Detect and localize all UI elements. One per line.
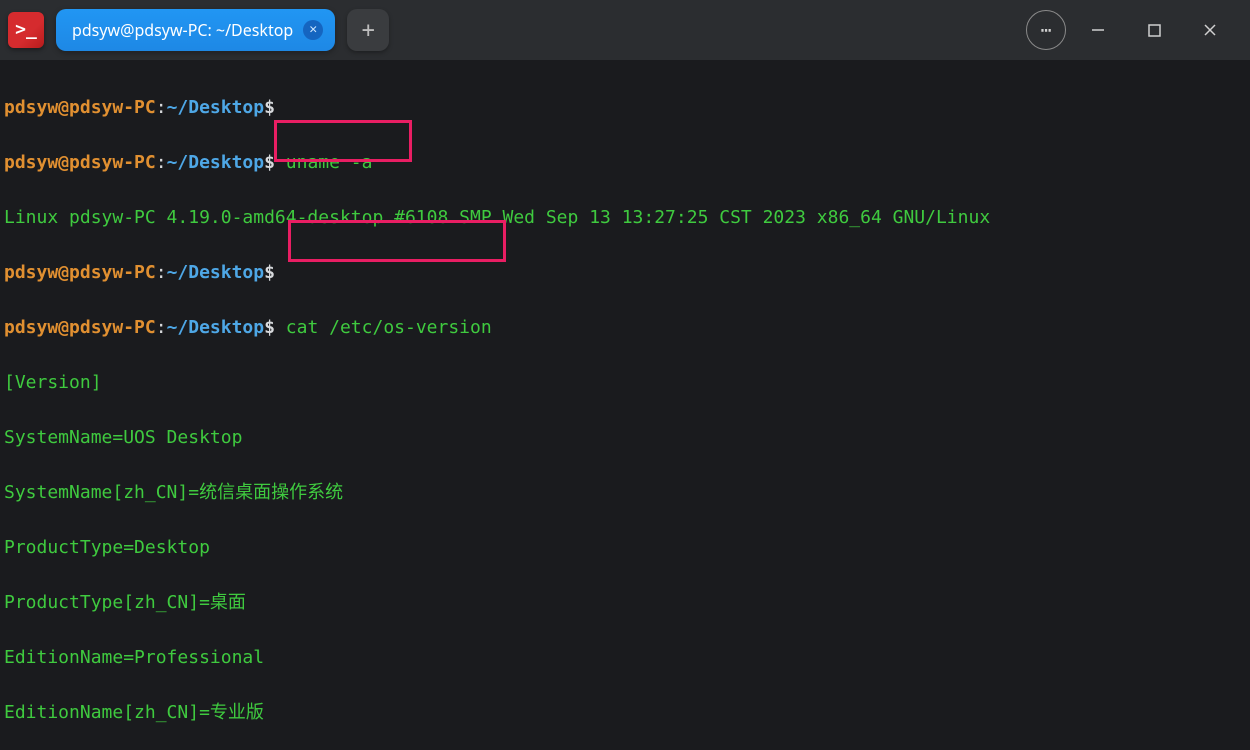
command-text: cat /etc/os-version xyxy=(275,317,492,338)
prompt-path: /Desktop xyxy=(177,152,264,173)
prompt-line: pdsyw@pdsyw-PC:~/Desktop$ uname -a xyxy=(4,149,1246,177)
output-line: ProductType=Desktop xyxy=(4,534,1246,562)
window-controls: ⋯ xyxy=(1026,10,1234,50)
prompt-user-host: pdsyw@pdsyw-PC xyxy=(4,317,156,338)
prompt-line: pdsyw@pdsyw-PC:~/Desktop$ xyxy=(4,94,1246,122)
tab-title: pdsyw@pdsyw-PC: ~/Desktop xyxy=(72,19,293,41)
prompt-dollar: $ xyxy=(264,97,275,118)
output-line: [Version] xyxy=(4,369,1246,397)
prompt-line: pdsyw@pdsyw-PC:~/Desktop$ cat /etc/os-ve… xyxy=(4,314,1246,342)
titlebar: >_ pdsyw@pdsyw-PC: ~/Desktop × + ⋯ xyxy=(0,0,1250,60)
prompt-sep: : xyxy=(156,97,167,118)
prompt-user-host: pdsyw@pdsyw-PC xyxy=(4,262,156,283)
prompt-user-host: pdsyw@pdsyw-PC xyxy=(4,152,156,173)
minimize-button[interactable] xyxy=(1074,10,1122,50)
output-line: EditionName=Professional xyxy=(4,644,1246,672)
prompt-sep: : xyxy=(156,317,167,338)
prompt-line: pdsyw@pdsyw-PC:~/Desktop$ xyxy=(4,259,1246,287)
prompt-dollar: $ xyxy=(264,317,275,338)
kebab-menu-icon[interactable]: ⋯ xyxy=(1026,10,1066,50)
prompt-user-host: pdsyw@pdsyw-PC xyxy=(4,97,156,118)
command-text: uname -a xyxy=(275,152,373,173)
prompt-tilde: ~ xyxy=(167,317,178,338)
prompt-tilde: ~ xyxy=(167,262,178,283)
close-button[interactable] xyxy=(1186,10,1234,50)
prompt-tilde: ~ xyxy=(167,152,178,173)
prompt-sep: : xyxy=(156,152,167,173)
prompt-path: /Desktop xyxy=(177,262,264,283)
output-line: EditionName[zh_CN]=专业版 xyxy=(4,699,1246,727)
terminal-tab-active[interactable]: pdsyw@pdsyw-PC: ~/Desktop × xyxy=(56,9,335,51)
prompt-dollar: $ xyxy=(264,152,275,173)
terminal-app-icon[interactable]: >_ xyxy=(8,12,44,48)
prompt-path: /Desktop xyxy=(177,97,264,118)
prompt-sep: : xyxy=(156,262,167,283)
output-line: ProductType[zh_CN]=桌面 xyxy=(4,589,1246,617)
output-line: Linux pdsyw-PC 4.19.0-amd64-desktop #610… xyxy=(4,204,1246,232)
terminal-viewport[interactable]: pdsyw@pdsyw-PC:~/Desktop$ pdsyw@pdsyw-PC… xyxy=(0,60,1250,750)
output-line: SystemName[zh_CN]=统信桌面操作系统 xyxy=(4,479,1246,507)
prompt-tilde: ~ xyxy=(167,97,178,118)
output-line: SystemName=UOS Desktop xyxy=(4,424,1246,452)
prompt-path: /Desktop xyxy=(177,317,264,338)
prompt-dollar: $ xyxy=(264,262,275,283)
tab-close-icon[interactable]: × xyxy=(303,20,323,40)
terminal-app-icon-glyph: >_ xyxy=(15,19,37,40)
new-tab-button[interactable]: + xyxy=(347,9,389,51)
maximize-button[interactable] xyxy=(1130,10,1178,50)
